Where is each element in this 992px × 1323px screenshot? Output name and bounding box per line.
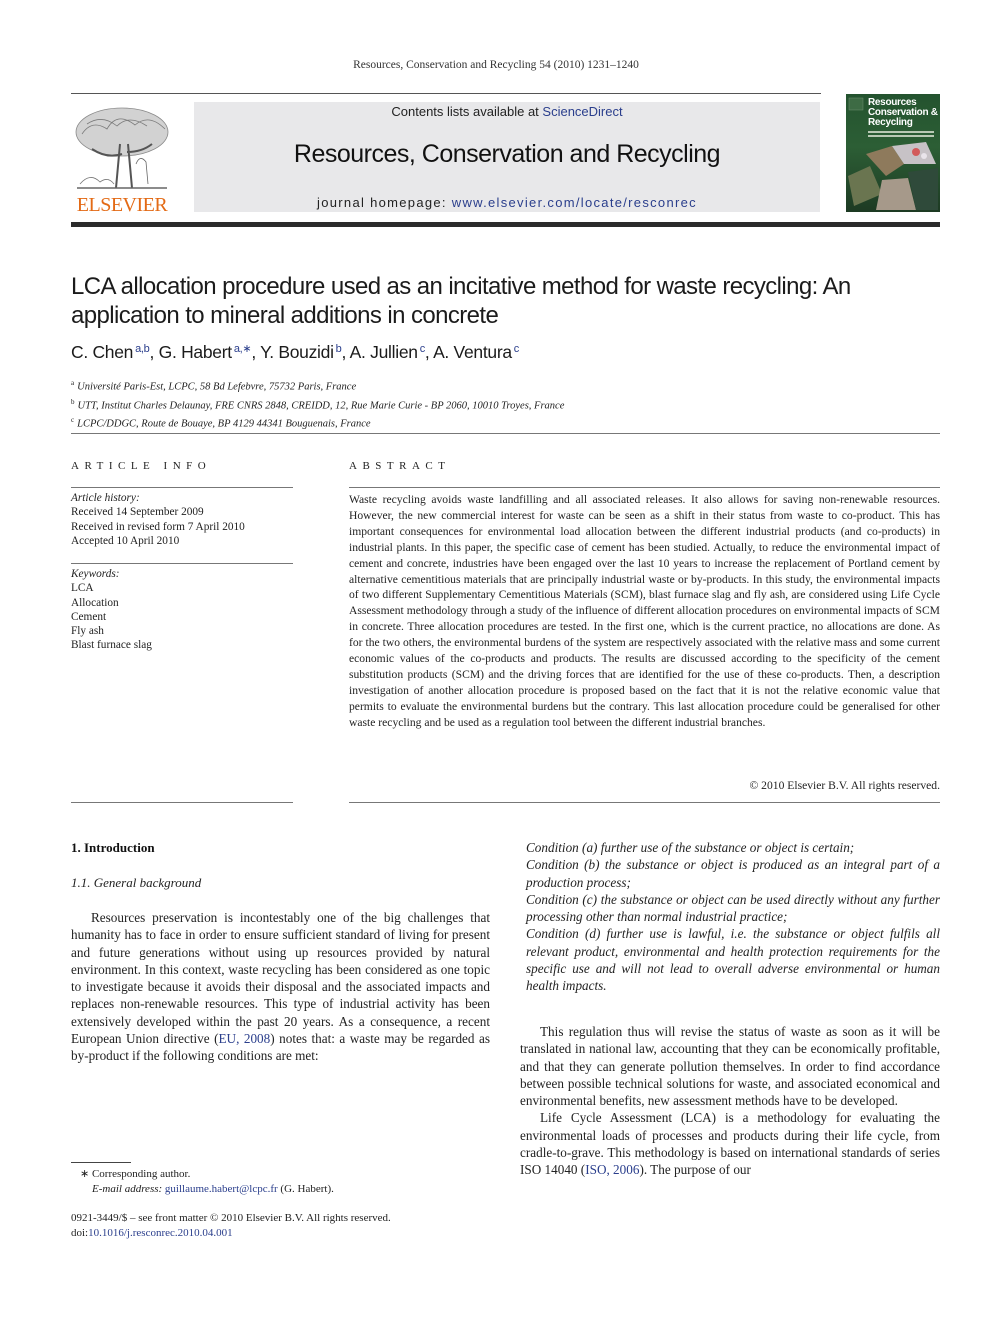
doi-prefix: doi: <box>71 1227 89 1239</box>
author[interactable]: A. Ventura c <box>433 342 519 362</box>
author[interactable]: Y. Bouzidi b, <box>260 342 350 362</box>
email-line: E-mail address: guillaume.habert@lcpc.fr… <box>80 1182 334 1197</box>
corresponding-author-footnote: ∗ Corresponding author. E-mail address: … <box>80 1167 334 1196</box>
keyword: Cement <box>71 610 107 623</box>
homepage-line: journal homepage: www.elsevier.com/locat… <box>194 195 820 210</box>
cover-title: Resources Conservation & Recycling <box>868 98 938 128</box>
keyword: Fly ash <box>71 625 104 638</box>
divider <box>71 433 940 434</box>
author-name: C. Chen <box>71 342 134 362</box>
doi-link[interactable]: 10.1016/j.resconrec.2010.04.001 <box>88 1227 233 1239</box>
affiliation-letter: c <box>71 416 75 424</box>
contents-prefix: Contents lists available at <box>391 104 543 119</box>
keyword: LCA <box>71 582 94 595</box>
elsevier-logo[interactable]: ELSEVIER <box>70 104 175 216</box>
abstract-copyright: © 2010 Elsevier B.V. All rights reserved… <box>749 779 940 792</box>
affiliation-letter: a <box>71 379 75 387</box>
citation-link[interactable]: EU, 2008 <box>219 1031 271 1046</box>
author[interactable]: C. Chen a,b, <box>71 342 159 362</box>
affiliation: c LCPC/DDGC, Route de Bouaye, BP 4129 443… <box>71 413 564 432</box>
journal-cover-thumbnail[interactable]: Resources Conservation & Recycling <box>846 94 940 212</box>
author-name: Y. Bouzidi <box>260 342 334 362</box>
history-item: Received in revised form 7 April 2010 <box>71 520 245 533</box>
author-list: C. Chen a,b, G. Habert a,∗, Y. Bouzidi b, A… <box>71 342 519 363</box>
affiliation: a Université Paris-Est, LCPC, 58 Bd Lefeb… <box>71 376 564 395</box>
affiliation-text: UTT, Institut Charles Delaunay, FRE CNRS… <box>77 400 565 411</box>
header-rule <box>71 93 821 94</box>
journal-homepage-link[interactable]: www.elsevier.com/locate/resconrec <box>452 195 697 210</box>
contents-line: Contents lists available at ScienceDirec… <box>194 104 820 119</box>
article-history: Article history: Received 14 September 2… <box>71 491 245 548</box>
body-right-column: This regulation thus will revise the sta… <box>520 1023 940 1179</box>
section-heading: 1. Introduction <box>71 840 155 855</box>
divider <box>71 487 293 488</box>
homepage-prefix: journal homepage: <box>317 195 452 210</box>
email-link[interactable]: guillaume.habert@lcpc.fr <box>165 1183 278 1195</box>
doi-line: doi:10.1016/j.resconrec.2010.04.001 <box>71 1226 391 1241</box>
abstract-heading: ABSTRACT <box>349 460 451 472</box>
keywords: Keywords: LCA Allocation Cement Fly ash … <box>71 567 152 653</box>
keyword: Allocation <box>71 596 119 609</box>
paragraph: Life Cycle Assessment (LCA) is a methodo… <box>520 1109 940 1178</box>
condition-list: Condition (a) further use of the substan… <box>526 839 940 995</box>
citation-link[interactable]: ISO, 2006 <box>585 1162 639 1177</box>
divider <box>71 802 293 803</box>
email-suffix: (G. Habert). <box>277 1182 334 1195</box>
history-item: Accepted 10 April 2010 <box>71 534 180 547</box>
journal-banner: Contents lists available at ScienceDirec… <box>194 102 820 212</box>
author[interactable]: A. Jullien c, <box>350 342 433 362</box>
footnote-rule <box>71 1162 131 1163</box>
author-separator: , <box>149 342 159 362</box>
paragraph: Resources preservation is incontestably … <box>71 909 490 1065</box>
affiliations: a Université Paris-Est, LCPC, 58 Bd Lefeb… <box>71 376 564 432</box>
keyword: Blast furnace slag <box>71 639 152 652</box>
affiliation: b UTT, Institut Charles Delaunay, FRE CNR… <box>71 395 564 414</box>
sciencedirect-link[interactable]: ScienceDirect <box>542 104 622 119</box>
affiliation-mark[interactable]: a,∗ <box>234 343 252 355</box>
author-separator: , <box>251 342 261 362</box>
condition-item: Condition (b) the substance or object is… <box>526 857 940 890</box>
divider <box>71 563 293 564</box>
author[interactable]: G. Habert a,∗, <box>159 342 260 362</box>
elsevier-wordmark: ELSEVIER <box>76 194 168 216</box>
affiliation-mark[interactable]: c <box>514 343 520 355</box>
header-thick-rule <box>71 222 940 227</box>
body-left-column: Resources preservation is incontestably … <box>71 909 490 1065</box>
author-name: A. Ventura <box>433 342 512 362</box>
history-label: Article history: <box>71 492 140 504</box>
affiliation-text: Université Paris-Est, LCPC, 58 Bd Lefebv… <box>77 381 357 393</box>
author-name: A. Jullien <box>349 342 418 362</box>
article-info-heading: ARTICLE INFO <box>71 460 212 472</box>
condition-item: Condition (c) the substance or object ca… <box>526 891 940 925</box>
issn-line: 0921-3449/$ – see front matter © 2010 El… <box>71 1212 391 1224</box>
cover-title-line: Recycling <box>868 117 913 128</box>
abstract-text: Waste recycling avoids waste landfilling… <box>349 493 940 729</box>
affiliation-mark[interactable]: a,b <box>135 343 150 355</box>
tree-icon <box>75 107 169 189</box>
journal-title: Resources, Conservation and Recycling <box>293 140 721 168</box>
author-separator: , <box>424 342 434 362</box>
author-separator: , <box>341 342 350 362</box>
affiliation-letter: b <box>71 397 75 406</box>
email-label: E-mail address: <box>92 1182 165 1195</box>
article-title: LCA allocation procedure used as an inci… <box>71 273 851 329</box>
author-name: G. Habert <box>158 342 232 362</box>
divider <box>349 802 940 803</box>
condition-item: Condition (a) further use of the substan… <box>526 840 855 855</box>
paragraph: This regulation thus will revise the sta… <box>520 1024 940 1109</box>
subsection-heading: 1.1. General background <box>71 875 202 890</box>
running-head: Resources, Conservation and Recycling 54… <box>353 59 639 71</box>
keywords-label: Keywords: <box>71 568 120 580</box>
front-matter: 0921-3449/$ – see front matter © 2010 El… <box>71 1211 391 1241</box>
cover-subtitle-lines <box>868 131 934 133</box>
paragraph-text: Resources preservation is incontestably … <box>71 910 490 1047</box>
corresponding-author-note: ∗ Corresponding author. <box>80 1168 191 1180</box>
paragraph-text: ). The purpose of our <box>639 1162 751 1178</box>
condition-item: Condition (d) further use is lawful, i.e… <box>526 926 940 994</box>
history-item: Received 14 September 2009 <box>71 506 204 519</box>
affiliation-text: LCPC/DDGC, Route de Bouaye, BP 4129 4434… <box>77 418 371 430</box>
divider <box>349 487 940 488</box>
